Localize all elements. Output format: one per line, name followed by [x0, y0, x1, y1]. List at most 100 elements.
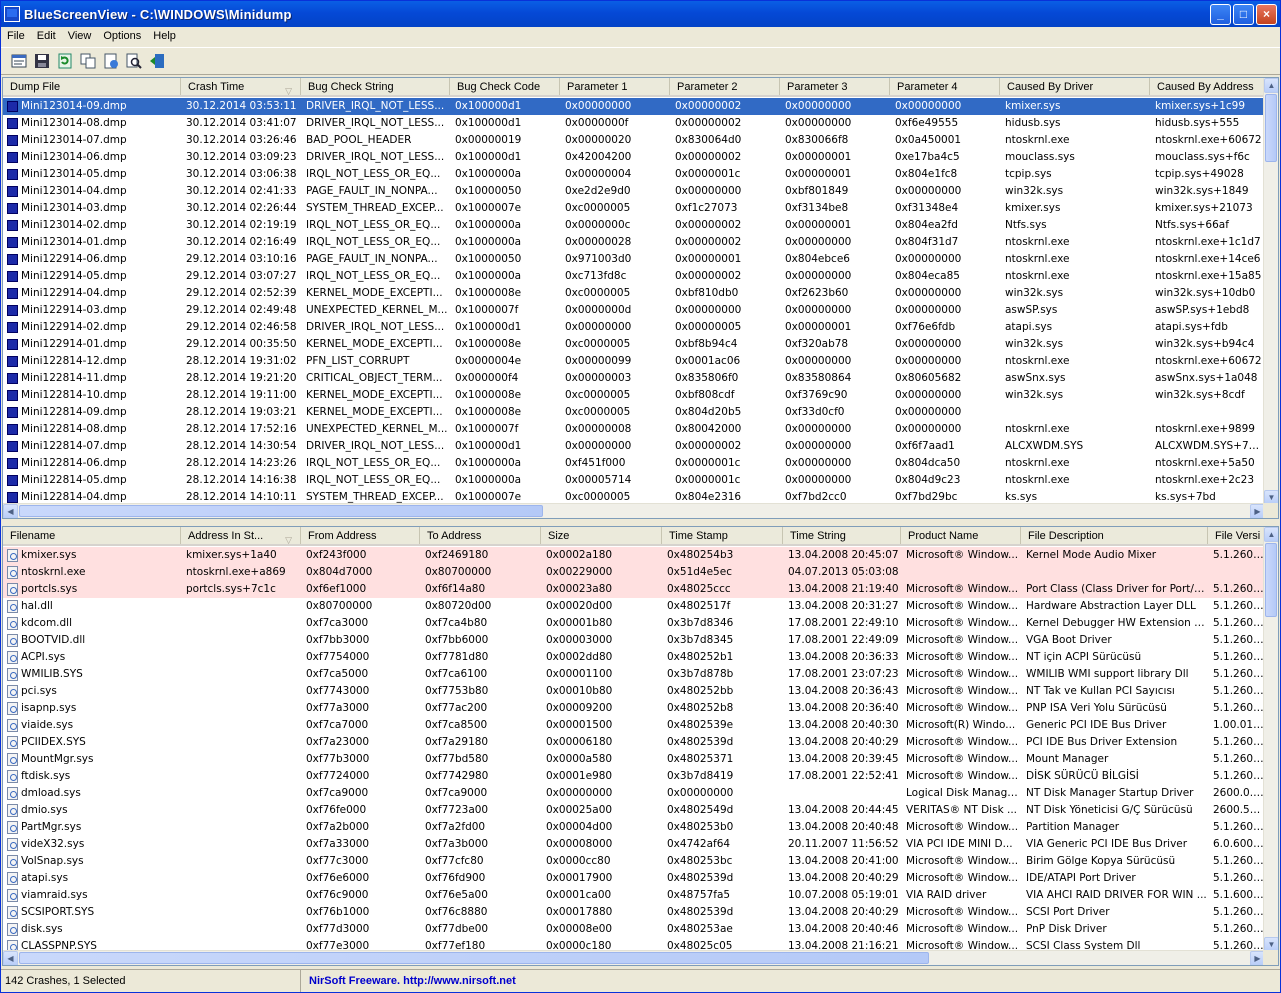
crash-column-header[interactable]: Caused By Address [1150, 78, 1265, 95]
driver-row[interactable]: WMILIB.SYS 0xf7ca5000 0xf7ca6100 0x00001100… [3, 666, 1265, 683]
driver-column-header[interactable]: Size [541, 527, 662, 544]
menu-view[interactable]: View [62, 27, 98, 46]
crash-column-header[interactable]: Parameter 2 [670, 78, 780, 95]
driver-row[interactable]: kdcom.dll 0xf7ca3000 0xf7ca4b80 0x00001b80 0… [3, 615, 1265, 632]
crash-row[interactable]: Mini122914-06.dmp 29.12.2014 03:10:16 PAGE… [3, 251, 1265, 268]
crash-row[interactable]: Mini122814-11.dmp 28.12.2014 19:21:20 CRIT… [3, 370, 1265, 387]
driver-column-header[interactable]: Time String [783, 527, 901, 544]
crash-row[interactable]: Mini122814-09.dmp 28.12.2014 19:03:21 KERN… [3, 404, 1265, 421]
driver-row[interactable]: ntoskrnl.exe ntoskrnl.exe+a869 0x804d7000 0… [3, 564, 1265, 581]
crash-row[interactable]: Mini122914-02.dmp 29.12.2014 02:46:58 DRIV… [3, 319, 1265, 336]
crash-row[interactable]: Mini123014-01.dmp 30.12.2014 02:16:49 IRQL… [3, 234, 1265, 251]
scroll-thumb[interactable] [1265, 543, 1277, 617]
driver-row[interactable]: SCSIPORT.SYS 0xf76b1000 0xf76c8880 0x000178… [3, 904, 1265, 921]
crash-row[interactable]: Mini123014-05.dmp 30.12.2014 03:06:38 IRQL… [3, 166, 1265, 183]
driver-column-header[interactable]: Product Name [901, 527, 1021, 544]
driver-row[interactable]: PartMgr.sys 0xf7a2b000 0xf7a2fd00 0x00004d0… [3, 819, 1265, 836]
crash-row[interactable]: Mini122814-10.dmp 28.12.2014 19:11:00 KERN… [3, 387, 1265, 404]
driver-column-header[interactable]: File Versi [1208, 527, 1265, 544]
driver-row[interactable]: videX32.sys 0xf7a33000 0xf7a3b000 0x0000800… [3, 836, 1265, 853]
scroll-up-button[interactable]: ▲ [1264, 527, 1278, 542]
properties-button[interactable] [9, 51, 29, 71]
scroll-thumb[interactable] [19, 952, 929, 964]
maximize-button[interactable]: □ [1233, 4, 1254, 25]
driver-row[interactable]: viaide.sys 0xf7ca7000 0xf7ca8500 0x00001500… [3, 717, 1265, 734]
save-button[interactable] [32, 51, 52, 71]
crash-row[interactable]: Mini122814-12.dmp 28.12.2014 19:31:02 PFN_… [3, 353, 1265, 370]
scroll-thumb[interactable] [1265, 94, 1277, 162]
driver-row-cell: VIA AHCI RAID DRIVER FOR WIN ... [1026, 889, 1207, 901]
crash-row-cell: 0xe2d2e9d0 [565, 185, 631, 197]
crash-row[interactable]: Mini122914-04.dmp 29.12.2014 02:52:39 KERN… [3, 285, 1265, 302]
driver-row[interactable]: dmload.sys 0xf7ca9000 0xf7ca9000 0x00000000… [3, 785, 1265, 802]
crash-row[interactable]: Mini122814-05.dmp 28.12.2014 14:16:38 IRQL… [3, 472, 1265, 489]
driver-row[interactable]: kmixer.sys kmixer.sys+1a40 0xf243f000 0xf24… [3, 547, 1265, 564]
menu-options[interactable]: Options [97, 27, 147, 46]
driver-column-header[interactable]: File Description [1021, 527, 1208, 544]
html-report-button[interactable] [101, 51, 121, 71]
driver-row[interactable]: ACPI.sys 0xf7754000 0xf7781d80 0x0002dd80 0x… [3, 649, 1265, 666]
crash-row[interactable]: Mini122914-03.dmp 29.12.2014 02:49:48 UNEX… [3, 302, 1265, 319]
find-button[interactable] [124, 51, 144, 71]
driver-row[interactable]: disk.sys 0xf77d3000 0xf77dbe00 0x00008e00 0x… [3, 921, 1265, 938]
driver-row[interactable]: MountMgr.sys 0xf77b3000 0xf77bd580 0x0000a5… [3, 751, 1265, 768]
crash-column-header[interactable]: Caused By Driver [1000, 78, 1150, 95]
minimize-button[interactable]: _ [1210, 4, 1231, 25]
crash-row-cell: 0x804dca50 [895, 457, 961, 469]
driver-column-header[interactable]: Filename [3, 527, 181, 544]
driver-row[interactable]: pci.sys 0xf7743000 0xf7753b80 0x00010b80 0x4… [3, 683, 1265, 700]
driver-row[interactable]: BOOTVID.dll 0xf7bb3000 0xf7bb6000 0x0000300… [3, 632, 1265, 649]
crash-column-header[interactable]: Bug Check String [301, 78, 450, 95]
crash-list-vscroll[interactable]: ▲ ▼ [1263, 78, 1278, 505]
driver-column-header[interactable]: To Address [420, 527, 541, 544]
driver-row[interactable]: dmio.sys 0xf76fe000 0xf7723a00 0x00025a00 0x… [3, 802, 1265, 819]
crash-column-header[interactable]: Crash Time ▽ [181, 78, 301, 95]
crash-row[interactable]: Mini123014-04.dmp 30.12.2014 02:41:33 PAGE… [3, 183, 1265, 200]
crash-row[interactable]: Mini122914-05.dmp 29.12.2014 03:07:27 IRQL… [3, 268, 1265, 285]
crash-column-header[interactable]: Dump File [3, 78, 181, 95]
driver-row[interactable]: PCIIDEX.SYS 0xf7a23000 0xf7a29180 0x0000618… [3, 734, 1265, 751]
scroll-left-button[interactable]: ◀ [3, 951, 18, 965]
refresh-button[interactable] [55, 51, 75, 71]
crash-column-header[interactable]: Bug Check Code [450, 78, 560, 95]
driver-list-vscroll[interactable]: ▲ ▼ [1263, 527, 1278, 952]
menu-edit[interactable]: Edit [31, 27, 62, 46]
crash-row[interactable]: Mini123014-06.dmp 30.12.2014 03:09:23 DRIV… [3, 149, 1265, 166]
crash-row[interactable]: Mini123014-02.dmp 30.12.2014 02:19:19 IRQL… [3, 217, 1265, 234]
crash-column-header[interactable]: Parameter 1 [560, 78, 670, 95]
exit-button[interactable] [147, 51, 167, 71]
driver-list-hscroll[interactable]: ◀ ▶ [3, 950, 1265, 965]
crash-row[interactable]: Mini123014-09.dmp 30.12.2014 03:53:11 DRIV… [3, 98, 1265, 115]
crash-row[interactable]: Mini123014-07.dmp 30.12.2014 03:26:46 BAD_… [3, 132, 1265, 149]
crash-row[interactable]: Mini122814-08.dmp 28.12.2014 17:52:16 UNEX… [3, 421, 1265, 438]
driver-column-header[interactable]: From Address [301, 527, 420, 544]
driver-column-header[interactable]: Time Stamp [662, 527, 783, 544]
driver-row[interactable]: ftdisk.sys 0xf7724000 0xf7742980 0x0001e980… [3, 768, 1265, 785]
crash-column-header[interactable]: Parameter 3 [780, 78, 890, 95]
crash-row[interactable]: Mini122814-07.dmp 28.12.2014 14:30:54 DRIV… [3, 438, 1265, 455]
title-bar[interactable]: BlueScreenView - C:\WINDOWS\Minidump _ □… [1, 1, 1280, 27]
menu-file[interactable]: File [1, 27, 31, 46]
driver-row[interactable]: atapi.sys 0xf76e6000 0xf76fd900 0x00017900 0… [3, 870, 1265, 887]
driver-row[interactable]: viamraid.sys 0xf76c9000 0xf76e5a00 0x0001ca… [3, 887, 1265, 904]
driver-row[interactable]: VolSnap.sys 0xf77c3000 0xf77cfc80 0x0000cc8… [3, 853, 1265, 870]
nirsoft-link[interactable]: NirSoft Freeware. http://www.nirsoft.net [301, 970, 516, 992]
crash-row[interactable]: Mini123014-08.dmp 30.12.2014 03:41:07 DRIV… [3, 115, 1265, 132]
driver-row[interactable]: isapnp.sys 0xf77a3000 0xf77ac200 0x00009200… [3, 700, 1265, 717]
crash-row[interactable]: Mini123014-03.dmp 30.12.2014 02:26:44 SYST… [3, 200, 1265, 217]
menu-help[interactable]: Help [147, 27, 182, 46]
crash-list-hscroll[interactable]: ◀ ▶ [3, 503, 1265, 518]
scroll-thumb[interactable] [19, 505, 543, 517]
driver-row[interactable]: hal.dll 0x80700000 0x80720d00 0x00020d00 0x4… [3, 598, 1265, 615]
driver-column-header[interactable]: Address In St... ▽ [181, 527, 301, 544]
crash-row[interactable]: Mini122914-01.dmp 29.12.2014 00:35:50 KERN… [3, 336, 1265, 353]
dump-file-icon [7, 305, 18, 316]
driver-row[interactable]: portcls.sys portcls.sys+7c1c 0xf6ef1000 0xf… [3, 581, 1265, 598]
copy-button[interactable] [78, 51, 98, 71]
crash-row[interactable]: Mini122814-06.dmp 28.12.2014 14:23:26 IRQL… [3, 455, 1265, 472]
close-button[interactable]: × [1256, 4, 1277, 25]
scroll-left-button[interactable]: ◀ [3, 504, 18, 518]
crash-column-header[interactable]: Parameter 4 [890, 78, 1000, 95]
scroll-up-button[interactable]: ▲ [1264, 78, 1278, 93]
crash-row-cell: KERNEL_MODE_EXCEPTI... [306, 287, 443, 299]
